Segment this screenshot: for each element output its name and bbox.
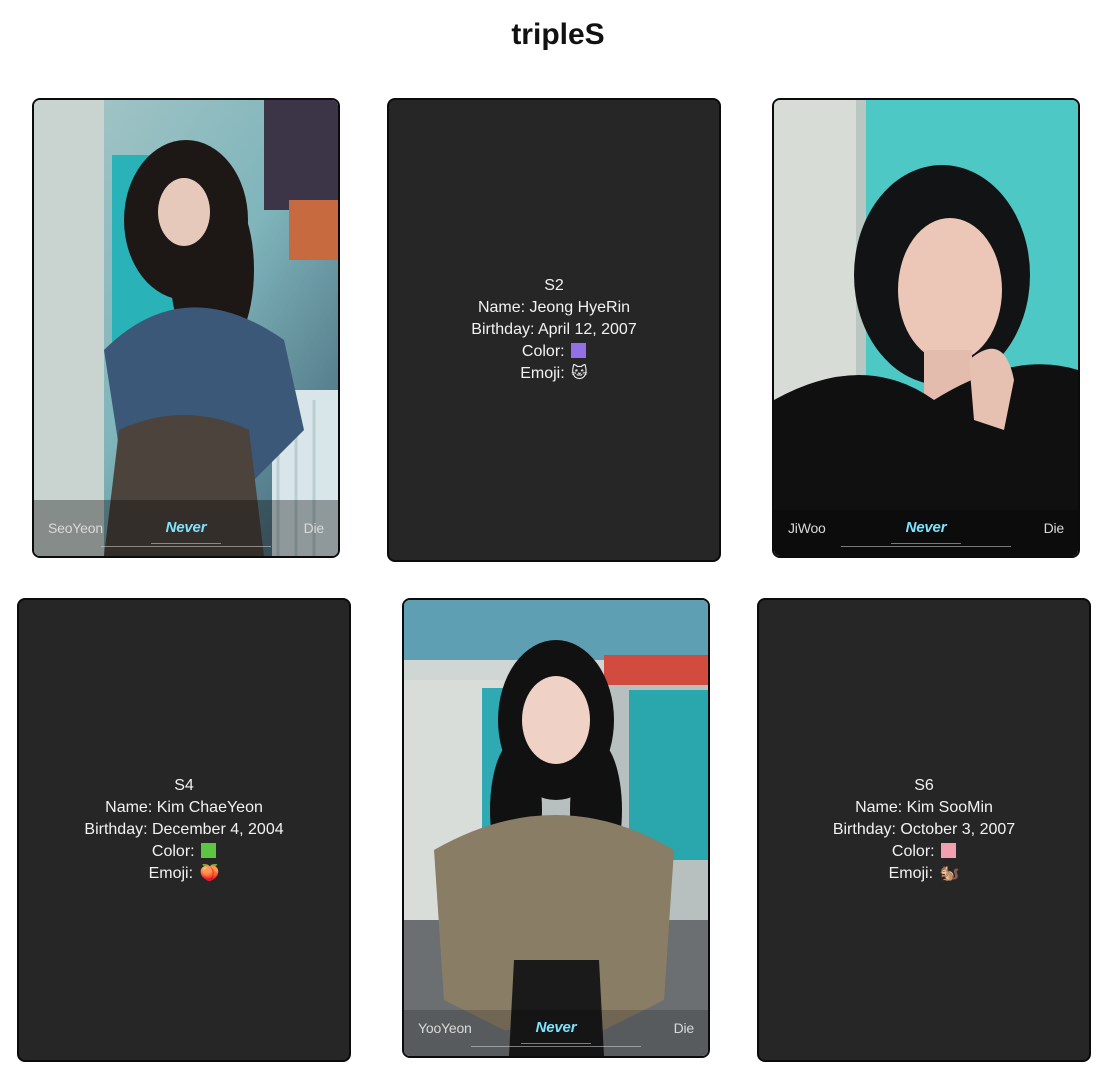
photo-album-suffix: Die (303, 520, 325, 536)
member-emoji: Emoji: 🍑 (84, 863, 283, 885)
photo-album-suffix: Die (1043, 520, 1065, 536)
page-title: tripleS (511, 18, 605, 51)
member-serial: S6 (914, 777, 934, 794)
member-emoji-label: Emoji: (520, 365, 565, 382)
member-card-seoyeon[interactable]: SeoYeon Never Die (32, 98, 340, 558)
photo-album-suffix: Die (673, 1020, 695, 1036)
member-photo (34, 100, 338, 556)
photo-album-title: Never (535, 1019, 577, 1036)
peach-emoji-icon: 🍑 (199, 865, 220, 882)
color-swatch (201, 843, 217, 858)
photo-copyright-text (34, 543, 338, 549)
member-emoji-label: Emoji: (148, 865, 194, 882)
member-card-s2[interactable]: S2 Name: Jeong HyeRin Birthday: April 12… (387, 98, 721, 562)
member-name: Name: Jeong HyeRin (477, 299, 631, 316)
chipmunk-emoji-icon: 🐿️ (939, 865, 960, 882)
member-name: Name: Kim SooMin (855, 799, 993, 816)
color-swatch (941, 843, 957, 858)
member-color-label: Color: (521, 343, 565, 360)
member-card-yooyeon[interactable]: YooYeon Never Die (402, 598, 710, 1058)
member-card-s4[interactable]: S4 Name: Kim ChaeYeon Birthday: December… (17, 598, 351, 1062)
member-emoji-label: Emoji: (888, 865, 934, 882)
member-color-label: Color: (151, 843, 195, 860)
color-swatch (571, 343, 587, 358)
member-color: Color: (471, 341, 636, 363)
member-photo (404, 600, 708, 1056)
member-info: S2 Name: Jeong HyeRin Birthday: April 12… (471, 275, 636, 385)
member-color-label: Color: (891, 843, 935, 860)
member-color: Color: (84, 841, 283, 863)
member-birthday: Birthday: April 12, 2007 (471, 321, 637, 338)
member-emoji: Emoji: 🐿️ (833, 863, 1015, 885)
member-birthday: Birthday: October 3, 2007 (832, 821, 1016, 838)
member-birthday: Birthday: December 4, 2004 (84, 821, 284, 838)
member-serial: S4 (174, 777, 194, 794)
member-color: Color: (833, 841, 1015, 863)
member-card-jiwoo[interactable]: JiWoo Never Die (772, 98, 1080, 558)
photo-album-title: Never (905, 519, 947, 536)
member-emoji: Emoji: 🐱 (471, 363, 636, 385)
member-card-s6[interactable]: S6 Name: Kim SooMin Birthday: October 3,… (757, 598, 1091, 1062)
photo-copyright-text (404, 1043, 708, 1049)
member-info: S4 Name: Kim ChaeYeon Birthday: December… (84, 775, 283, 885)
member-serial: S2 (544, 277, 564, 294)
member-info: S6 Name: Kim SooMin Birthday: October 3,… (833, 775, 1015, 885)
photo-copyright-text (774, 543, 1078, 549)
photo-album-title: Never (165, 519, 207, 536)
cat-emoji-icon: 🐱 (571, 365, 588, 382)
member-name: Name: Kim ChaeYeon (105, 799, 263, 816)
member-photo (774, 100, 1078, 556)
